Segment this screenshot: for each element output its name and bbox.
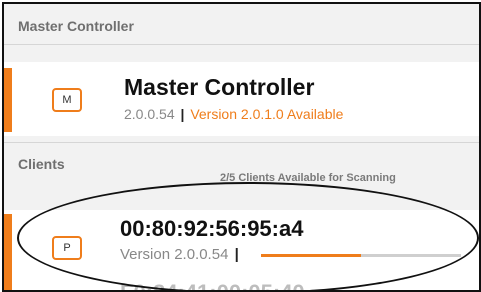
master-controller-row[interactable]: M Master Controller 2.0.0.54 | Version 2… xyxy=(4,62,479,136)
client-mac-address: 00:80:92:56:95:a4 xyxy=(120,216,304,241)
row-accent-bar xyxy=(4,68,12,132)
update-available-link[interactable]: Version 2.0.1.0 Available xyxy=(190,106,343,122)
next-client-mac-partial: F0:84:41:00:05:40 xyxy=(120,280,305,290)
client-version-line: Version 2.0.0.54 | xyxy=(120,246,241,263)
progress-fill xyxy=(261,254,361,257)
divider xyxy=(4,44,479,45)
master-badge-icon: M xyxy=(52,88,82,112)
client-row[interactable]: P 00:80:92:56:95:a4 Version 2.0.0.54 | F… xyxy=(4,210,479,290)
client-panel: Master Controller M Master Controller 2.… xyxy=(2,2,481,292)
client-version: Version 2.0.0.54 xyxy=(120,246,229,263)
version-separator: | xyxy=(234,246,239,263)
master-controller-section-header: Master Controller xyxy=(4,4,479,44)
master-version-line: 2.0.0.54 | Version 2.0.1.0 Available xyxy=(124,106,343,122)
row-accent-bar xyxy=(4,214,12,290)
master-version: 2.0.0.54 xyxy=(124,106,175,122)
client-badge-icon: P xyxy=(52,236,82,260)
client-scan-progress-bar xyxy=(261,254,461,257)
divider xyxy=(4,142,479,143)
clients-available-status: 2/5 Clients Available for Scanning xyxy=(220,172,396,184)
master-controller-title: Master Controller xyxy=(124,74,315,100)
version-separator: | xyxy=(180,106,185,122)
